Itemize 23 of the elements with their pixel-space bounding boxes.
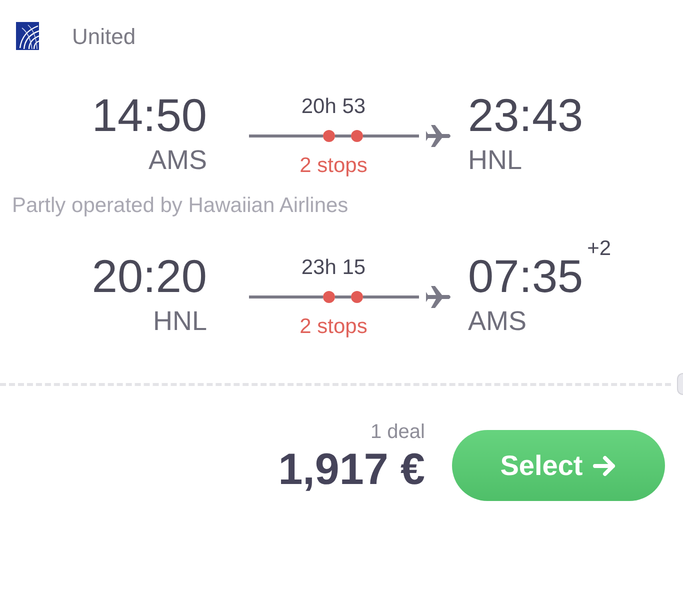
arrival-time: 23:43 bbox=[468, 88, 584, 142]
departure-airport: HNL bbox=[152, 305, 207, 337]
airline-name: United bbox=[72, 22, 136, 50]
flight-duration: 23h 15 bbox=[301, 255, 366, 281]
price: 1,917 € bbox=[278, 444, 425, 496]
day-offset: +2 bbox=[587, 237, 612, 261]
deal-count: 1 deal bbox=[370, 420, 425, 444]
card-notch bbox=[677, 373, 683, 395]
stops-label: 2 stops bbox=[300, 153, 368, 179]
departure-time: 14:50 bbox=[92, 88, 207, 142]
departure-airport: AMS bbox=[148, 144, 207, 176]
arrival-airport: AMS bbox=[468, 305, 527, 337]
plane-icon bbox=[426, 286, 452, 308]
select-button[interactable]: Select bbox=[452, 430, 665, 501]
globe-logo-icon bbox=[16, 22, 39, 50]
stops-label: 2 stops bbox=[300, 314, 368, 340]
arrival-airport: HNL bbox=[468, 144, 522, 176]
arrow-icon bbox=[592, 454, 617, 476]
departure-time: 20:20 bbox=[92, 249, 207, 303]
plane-icon bbox=[426, 125, 452, 147]
operator-note: Partly operated by Hawaiian Airlines bbox=[11, 193, 350, 219]
arrival-time: 07:35 bbox=[468, 249, 584, 303]
flight-duration: 20h 53 bbox=[301, 94, 366, 120]
